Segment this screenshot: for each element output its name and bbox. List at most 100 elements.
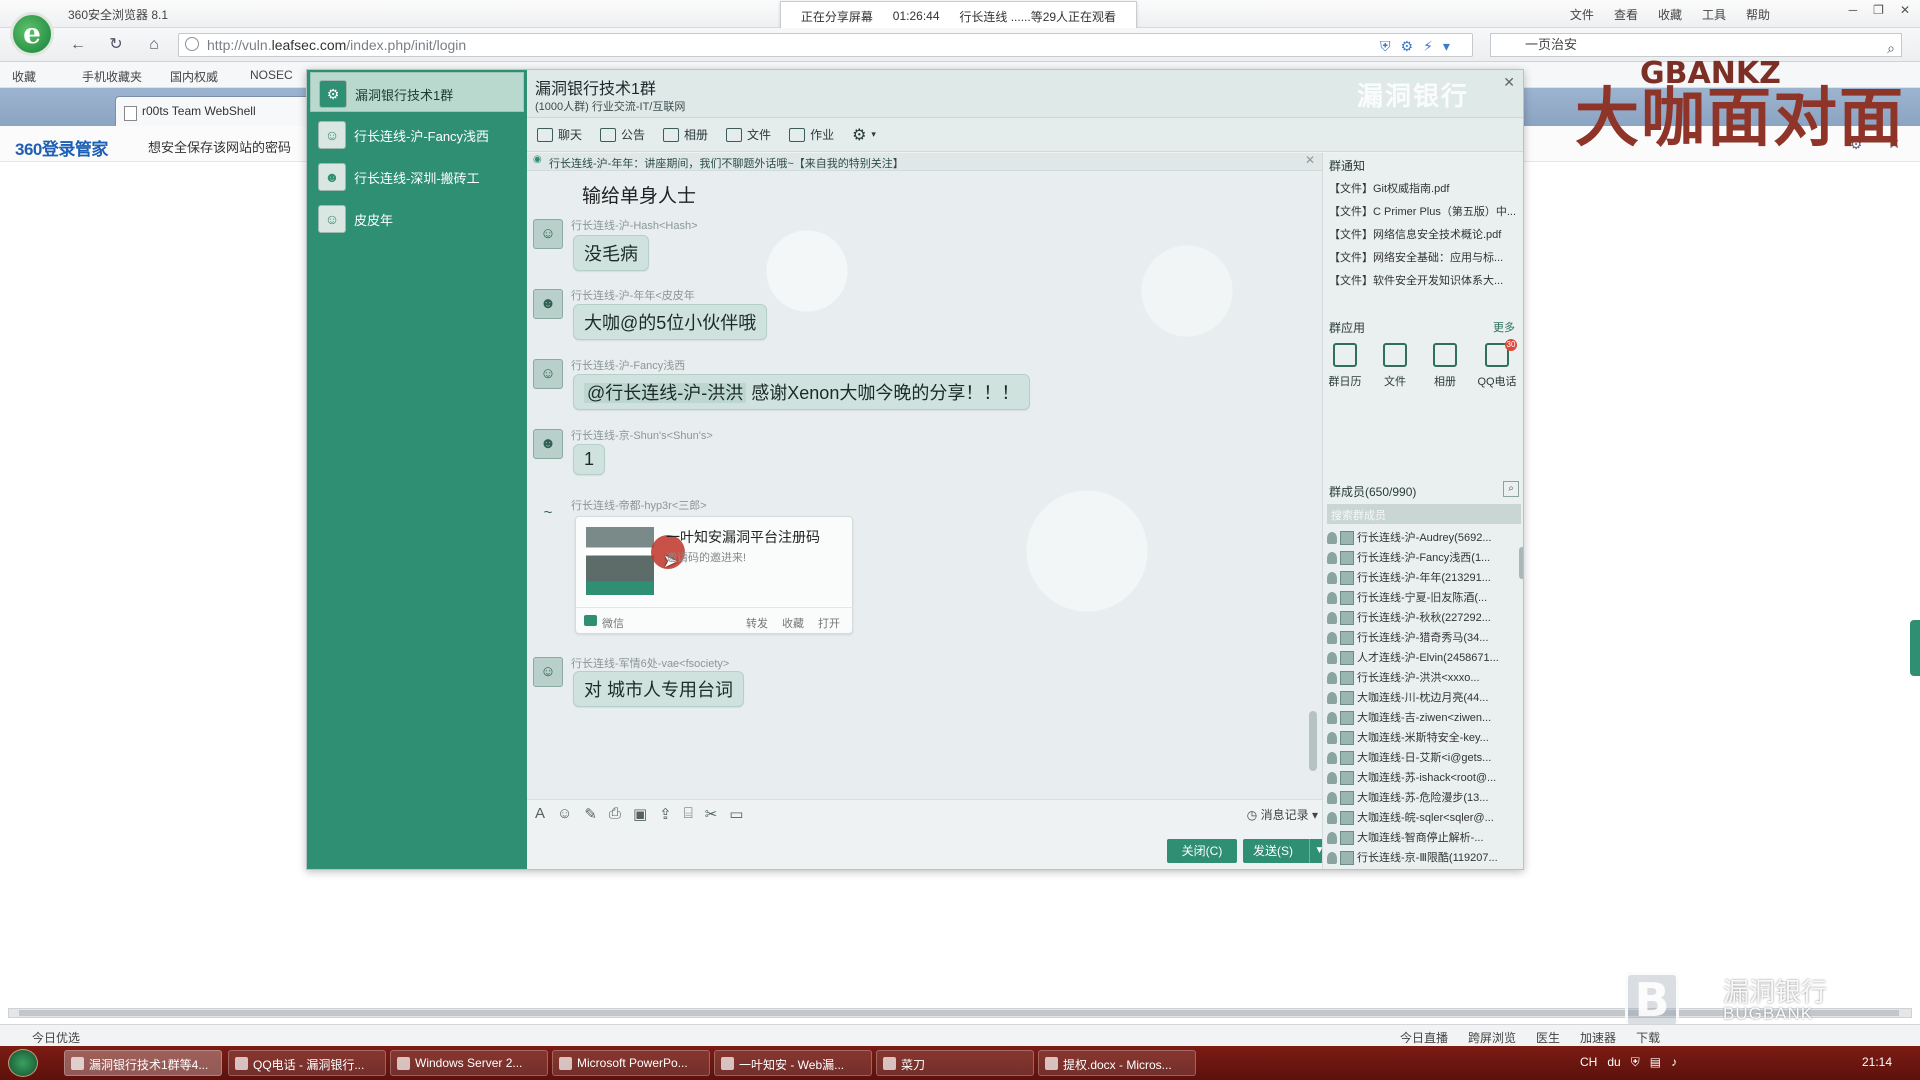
tab-webshell[interactable]: r00ts Team WebShell — [115, 96, 315, 126]
menu-tools[interactable]: 工具 — [1702, 6, 1726, 23]
status-live[interactable]: 今日直播 — [1400, 1029, 1448, 1046]
task-word[interactable]: 提权.docx - Micros... — [1038, 1050, 1196, 1076]
screen-share-bar[interactable]: 正在分享屏幕 01:26:44 行长连线 ......等29人正在观看 — [780, 1, 1137, 31]
member-item[interactable]: 行长连线-沪-Fancy浅西(1... — [1323, 548, 1517, 568]
screen-icon[interactable]: ▭ — [729, 805, 743, 823]
tab-files[interactable]: 文件 — [726, 126, 771, 143]
mention[interactable]: @行长连线-沪-洪洪 — [584, 383, 747, 403]
close-icon[interactable]: ✕ — [1900, 3, 1910, 17]
message-bubble[interactable]: 大咖@的5位小伙伴哦 — [573, 304, 768, 340]
menu-view[interactable]: 查看 — [1614, 6, 1638, 23]
notice-file[interactable]: 【文件】C Primer Plus（第五版）中... — [1329, 203, 1523, 219]
side-handle[interactable] — [1910, 620, 1920, 676]
app-qq-call[interactable]: 30 QQ电话 — [1473, 339, 1521, 389]
menu-help[interactable]: 帮助 — [1746, 6, 1770, 23]
member-item[interactable]: 行长连线-京-Ⅲ限酷(119207... — [1323, 848, 1517, 868]
magic-wand-icon[interactable]: ✎ — [584, 805, 597, 823]
printer-icon[interactable]: ⎙ — [609, 805, 621, 822]
member-item[interactable]: 行长连线-沪-秋秋(227292... — [1323, 608, 1517, 628]
minimize-icon[interactable]: ─ — [1849, 3, 1858, 17]
task-qq-call[interactable]: QQ电话 - 漏洞银行... — [228, 1050, 386, 1076]
network-icon[interactable]: ▤ — [1650, 1055, 1661, 1070]
member-item[interactable]: 大咖连线-日-艾斯<i@gets... — [1323, 748, 1517, 768]
lightning-icon[interactable]: ⚡ — [1423, 38, 1433, 55]
notice-file[interactable]: 【文件】网络信息安全技术概论.pdf — [1329, 226, 1523, 242]
conversation-item[interactable]: ☺ 行长连线-沪-Fancy浅西 — [310, 114, 524, 154]
member-item[interactable]: 大咖连线-皖-sqler<sqler@... — [1323, 808, 1517, 828]
start-button[interactable] — [8, 1049, 38, 1077]
tab-announcement[interactable]: 公告 — [600, 126, 645, 143]
member-item[interactable]: 大咖连线-米斯特安全-key... — [1323, 728, 1517, 748]
status-download[interactable]: 下载 — [1636, 1029, 1660, 1046]
close-notice-icon[interactable]: ✕ — [1305, 153, 1315, 167]
close-button[interactable]: 关闭(C) — [1167, 839, 1237, 863]
member-item[interactable]: 行长连线_95zz<00000000... — [1323, 868, 1517, 869]
avatar[interactable]: ~ — [533, 499, 563, 529]
fav-collect[interactable]: 收藏 — [12, 68, 36, 85]
status-cross-screen[interactable]: 跨屏浏览 — [1468, 1029, 1516, 1046]
tab-album[interactable]: 相册 — [663, 126, 708, 143]
status-doctor[interactable]: 医生 — [1536, 1029, 1560, 1046]
member-item[interactable]: 大咖连线-智商停止解析-... — [1323, 828, 1517, 848]
refresh-icon[interactable]: ↻ — [104, 34, 128, 56]
member-item[interactable]: 大咖连线-苏-危险漫步(13... — [1323, 788, 1517, 808]
menu-favorites[interactable]: 收藏 — [1658, 6, 1682, 23]
shield-icon[interactable]: ⛨ — [1380, 38, 1391, 55]
conversation-item[interactable]: ☺ 皮皮年 — [310, 198, 524, 238]
fav-mobile[interactable]: 手机收藏夹 — [82, 68, 142, 85]
conversation-item-group[interactable]: ⚙ 漏洞银行技术1群 — [310, 72, 524, 112]
member-item[interactable]: 行长连线-沪-猎奇秀马(34... — [1323, 628, 1517, 648]
pinned-notice[interactable]: 行长连线-沪-年年：讲座期间，我们不聊题外话哦~【来自我的特别关注】 — [527, 153, 1322, 171]
conversation-item[interactable]: ☻ 行长连线-深圳-搬砖工 — [310, 156, 524, 196]
notice-file[interactable]: 【文件】软件安全开发知识体系大... — [1329, 272, 1523, 288]
task-powerpoint[interactable]: Microsoft PowerPo... — [552, 1050, 710, 1076]
forward-link[interactable]: 转发 — [746, 615, 768, 631]
gift-icon[interactable]: ⌸ — [684, 805, 693, 822]
avatar[interactable]: ☻ — [533, 289, 563, 319]
message-bubble[interactable]: 1 — [573, 444, 606, 475]
message-bubble[interactable]: @行长连线-沪-洪洪 感谢Xenon大咖今晚的分享！！！ — [573, 374, 1031, 410]
send-button[interactable]: 发送(S) ▼ — [1243, 839, 1329, 863]
input-language[interactable]: CH — [1580, 1055, 1597, 1070]
avatar[interactable]: ☺ — [533, 359, 563, 389]
member-item[interactable]: 行长连线-沪-洪洪<xxxo... — [1323, 668, 1517, 688]
avatar[interactable]: ☻ — [533, 429, 563, 459]
scissors-icon[interactable]: ✂ — [705, 805, 718, 823]
message-list[interactable]: 输给单身人士 ☺ 行长连线-沪-Hash<Hash> 没毛病 ☻ 行长连线-沪-… — [527, 171, 1322, 799]
baidu-icon[interactable]: du — [1607, 1055, 1620, 1070]
gear-icon[interactable]: ⚙ — [1401, 38, 1414, 55]
tab-homework[interactable]: 作业 — [789, 126, 834, 143]
restore-icon[interactable]: ❐ — [1873, 3, 1884, 17]
member-item[interactable]: 人才连线-沪-Elvin(2458671... — [1323, 648, 1517, 668]
app-album[interactable]: 相册 — [1425, 343, 1465, 389]
image-icon[interactable]: ▣ — [633, 805, 647, 823]
shared-link-card[interactable]: ➤ 一叶知安漏洞平台注册码 邀请码的邀进来! 微信 转发 收藏 打开 — [575, 516, 854, 634]
member-item[interactable]: 行长连线-宁夏-旧友陈酒(... — [1323, 588, 1517, 608]
notice-file[interactable]: 【文件】Git权威指南.pdf — [1329, 180, 1523, 196]
volume-icon[interactable]: ♪ — [1671, 1055, 1677, 1070]
task-qq-group[interactable]: 漏洞银行技术1群等4... — [64, 1050, 222, 1076]
app-files[interactable]: 文件 — [1375, 343, 1415, 389]
open-link[interactable]: 打开 — [818, 615, 840, 631]
task-caidao[interactable]: 菜刀 — [876, 1050, 1034, 1076]
message-bubble[interactable]: 没毛病 — [573, 235, 649, 271]
message-history-button[interactable]: ◷ 消息记录 ▾ — [1247, 806, 1318, 823]
fav-domestic[interactable]: 国内权威 — [170, 68, 218, 85]
member-item[interactable]: 大咖连线-吉-ziwen<ziwen... — [1323, 708, 1517, 728]
member-search-input[interactable]: 搜索群成员 — [1327, 504, 1521, 524]
url-input[interactable]: http://vuln.leafsec.com/index.php/init/l… — [178, 33, 1473, 57]
avatar[interactable]: ☺ — [533, 657, 563, 687]
window-close-icon[interactable]: ✕ — [1503, 74, 1515, 91]
scroll-thumb[interactable] — [19, 1010, 1899, 1016]
search-icon[interactable]: ⌕ — [1503, 481, 1519, 497]
avatar[interactable]: ☺ — [533, 219, 563, 249]
toolbar-settings[interactable]: ⚙ ▾ — [852, 125, 876, 145]
tab-chat[interactable]: 聊天 — [537, 126, 582, 143]
status-today-picks[interactable]: 今日优选 — [32, 1029, 80, 1046]
home-icon[interactable]: ⌂ — [142, 34, 166, 56]
member-scrollbar[interactable] — [1519, 547, 1523, 579]
status-accelerator[interactable]: 加速器 — [1580, 1029, 1616, 1046]
task-windows-server[interactable]: Windows Server 2... — [390, 1050, 548, 1076]
emoji-icon[interactable]: ☺ — [557, 805, 572, 822]
back-icon[interactable]: ← — [66, 34, 90, 56]
